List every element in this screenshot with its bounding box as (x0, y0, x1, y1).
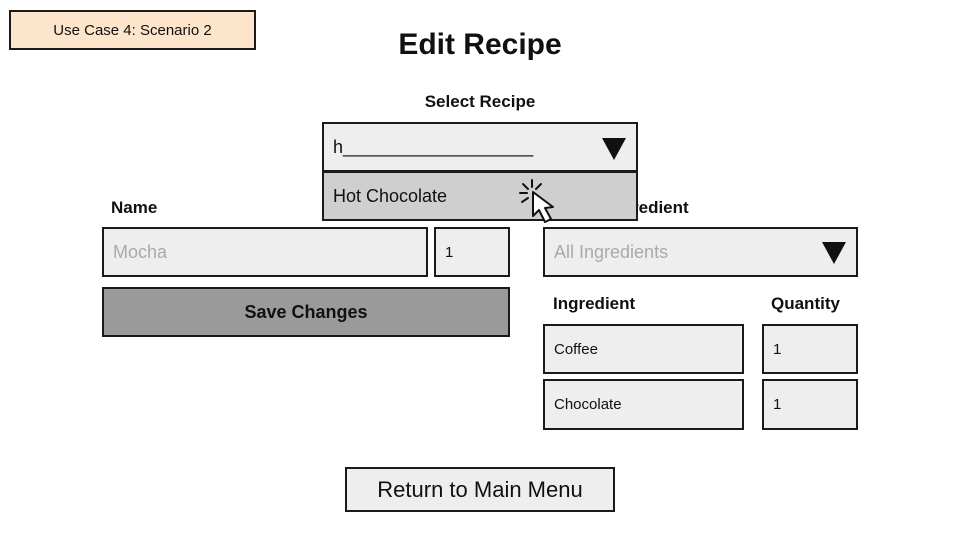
name-input-placeholder: Mocha (113, 241, 168, 262)
ingredient-section-label: redient (632, 198, 689, 217)
ingredient-quantity: 1 (773, 340, 782, 358)
ingredient-name: Chocolate (554, 396, 622, 413)
name-input[interactable]: Mocha (102, 227, 428, 277)
save-changes-button[interactable]: Save Changes (102, 287, 510, 337)
pointer-click-icon (519, 179, 554, 223)
select-recipe-label: Select Recipe (424, 92, 536, 111)
number-input[interactable]: 1 (434, 227, 510, 277)
ingredient-quantity: 1 (773, 396, 782, 413)
return-to-main-menu-button[interactable]: Return to Main Menu (345, 467, 615, 512)
number-input-value: 1 (445, 243, 454, 261)
quantity-column-header: Quantity (771, 294, 840, 313)
recipe-select[interactable]: h___________________ (322, 122, 638, 172)
page-title: Edit Recipe (398, 28, 562, 61)
ingredient-quantity-field[interactable]: 1 (762, 324, 858, 374)
recipe-option-label: Hot Chocolate (333, 185, 448, 206)
ingredient-name-field[interactable]: Coffee (543, 324, 744, 374)
ingredient-name-field[interactable]: Chocolate (543, 379, 744, 430)
ingredient-select[interactable]: All Ingredients (543, 227, 858, 277)
ingredient-name: Coffee (554, 340, 598, 358)
ingredient-column-header: Ingredient (553, 294, 636, 313)
triangle-down-icon[interactable] (602, 138, 626, 160)
ingredient-select-placeholder: All Ingredients (554, 241, 669, 262)
recipe-option-hot-chocolate[interactable]: Hot Chocolate (322, 171, 638, 221)
recipe-select-value: h___________________ (333, 136, 534, 157)
name-label: Name (111, 198, 158, 217)
triangle-down-icon[interactable] (822, 242, 846, 264)
ingredient-quantity-field[interactable]: 1 (762, 379, 858, 430)
